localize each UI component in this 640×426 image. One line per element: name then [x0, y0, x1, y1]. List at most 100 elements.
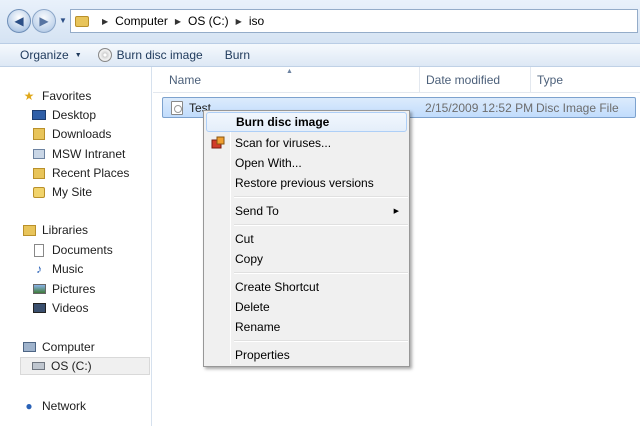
breadcrumb-os-c[interactable]: OS (C:) — [188, 14, 229, 28]
recent-pages-dropdown[interactable]: ▼ — [59, 16, 67, 25]
nav-label: Network — [42, 399, 87, 413]
nav-label: MSW Intranet — [52, 147, 126, 161]
pictures-icon — [32, 283, 46, 296]
documents-icon — [32, 243, 46, 257]
command-bar: Organize ▼ Burn disc image Burn — [0, 44, 640, 67]
column-name-label: Name — [169, 73, 202, 87]
downloads-icon — [32, 128, 46, 141]
menu-item-label: Send To — [235, 204, 279, 218]
menu-item-cut[interactable]: Cut — [206, 229, 407, 249]
menu-item-label: Copy — [235, 252, 264, 266]
file-date: 2/15/2009 12:52 PM — [425, 100, 534, 115]
navigation-pane: ★ Favorites Desktop Downloads MSW Intran… — [0, 67, 152, 426]
address-bar: ◀ ▶ ▼ ▶ Computer ▶ OS (C:) ▶ iso — [0, 0, 640, 44]
nav-os-c[interactable]: OS (C:) — [20, 357, 150, 375]
recent-places-icon — [32, 167, 46, 180]
menu-separator — [234, 196, 408, 198]
back-button[interactable]: ◀ — [7, 9, 31, 33]
breadcrumb-separator[interactable]: ▶ — [102, 17, 108, 26]
column-type[interactable]: Type — [530, 67, 640, 93]
menu-item-restore-previous-versions[interactable]: Restore previous versions — [206, 173, 407, 193]
menu-separator — [234, 272, 408, 274]
nav-music[interactable]: ♪ Music — [32, 260, 83, 278]
menu-item-label: Cut — [235, 232, 254, 246]
disc-image-file-icon — [171, 100, 183, 115]
videos-icon — [32, 302, 46, 315]
star-icon: ★ — [23, 89, 35, 103]
my-site-icon — [32, 186, 46, 199]
nav-label: Favorites — [42, 89, 92, 103]
menu-item-create-shortcut[interactable]: Create Shortcut — [206, 277, 407, 297]
back-icon: ◀ — [14, 14, 24, 28]
forward-icon: ▶ — [39, 14, 49, 28]
menu-item-label: Create Shortcut — [235, 280, 320, 294]
nav-label: Documents — [52, 243, 113, 257]
menu-item-copy[interactable]: Copy — [206, 249, 407, 269]
menu-item-label: Scan for viruses... — [235, 136, 332, 150]
nav-label: Videos — [52, 301, 89, 315]
menu-item-label: Delete — [235, 300, 270, 314]
breadcrumb[interactable]: ▶ Computer ▶ OS (C:) ▶ iso — [70, 9, 638, 33]
menu-item-rename[interactable]: Rename — [206, 317, 407, 337]
column-date-modified[interactable]: Date modified — [419, 67, 530, 93]
nav-label: Downloads — [52, 127, 112, 141]
nav-msw-intranet[interactable]: MSW Intranet — [32, 145, 125, 163]
music-icon: ♪ — [36, 262, 42, 276]
nav-documents[interactable]: Documents — [32, 241, 113, 259]
nav-desktop[interactable]: Desktop — [32, 106, 96, 124]
breadcrumb-computer[interactable]: Computer — [115, 14, 168, 28]
nav-downloads[interactable]: Downloads — [32, 125, 111, 143]
computer-icon — [22, 341, 36, 354]
breadcrumb-separator[interactable]: ▶ — [175, 17, 181, 26]
menu-item-label: Burn disc image — [236, 115, 330, 129]
network-icon — [32, 148, 46, 161]
forward-button[interactable]: ▶ — [32, 9, 56, 33]
drive-icon — [31, 360, 45, 373]
nav-videos[interactable]: Videos — [32, 299, 88, 317]
nav-network[interactable]: ● Network — [22, 397, 86, 415]
organize-label: Organize — [20, 48, 69, 62]
network-globe-icon: ● — [25, 399, 33, 413]
breadcrumb-separator[interactable]: ▶ — [236, 17, 242, 26]
breadcrumb-iso[interactable]: iso — [249, 14, 264, 28]
column-name[interactable]: Name — [163, 67, 419, 93]
menu-item-send-to[interactable]: Send To ▶ — [206, 201, 407, 221]
chevron-down-icon: ▼ — [74, 51, 82, 59]
menu-separator — [234, 340, 408, 342]
menu-item-open-with[interactable]: Open With... — [206, 153, 407, 173]
nav-label: Recent Places — [52, 166, 130, 180]
column-date-label: Date modified — [426, 73, 501, 87]
menu-separator — [234, 224, 408, 226]
menu-item-label: Rename — [235, 320, 281, 334]
menu-item-scan-for-viruses[interactable]: Scan for viruses... — [206, 133, 407, 153]
menu-item-properties[interactable]: Properties — [206, 345, 407, 365]
menu-item-burn-disc-image[interactable]: Burn disc image — [206, 112, 407, 132]
folder-icon — [75, 15, 89, 27]
submenu-arrow-icon: ▶ — [393, 208, 399, 215]
nav-label: OS (C:) — [51, 359, 92, 373]
column-type-label: Type — [537, 73, 564, 87]
nav-label: My Site — [52, 185, 93, 199]
burn-label: Burn — [224, 48, 251, 62]
nav-label: Pictures — [52, 282, 96, 296]
menu-item-delete[interactable]: Delete — [206, 297, 407, 317]
disc-icon — [97, 48, 112, 62]
nav-recent-places[interactable]: Recent Places — [32, 164, 129, 182]
menu-item-label: Restore previous versions — [235, 176, 374, 190]
nav-computer[interactable]: Computer — [22, 338, 95, 356]
file-type: Disc Image File — [536, 100, 619, 115]
burn-disc-image-label: Burn disc image — [116, 48, 203, 62]
column-header: ▲ Name Date modified Type — [153, 67, 640, 93]
burn-disc-image-button[interactable]: Burn disc image — [97, 48, 203, 62]
nav-pictures[interactable]: Pictures — [32, 280, 95, 298]
organize-button[interactable]: Organize ▼ — [20, 48, 82, 62]
nav-favorites[interactable]: ★ Favorites — [22, 87, 92, 105]
burn-button[interactable]: Burn — [225, 48, 250, 62]
nav-libraries[interactable]: Libraries — [22, 221, 88, 239]
nav-label: Desktop — [52, 108, 97, 122]
nav-my-site[interactable]: My Site — [32, 183, 92, 201]
nav-label: Music — [52, 262, 84, 276]
shield-scan-icon — [211, 136, 225, 149]
nav-label: Libraries — [42, 223, 89, 237]
context-menu: Burn disc image Scan for viruses... Open… — [203, 110, 410, 367]
